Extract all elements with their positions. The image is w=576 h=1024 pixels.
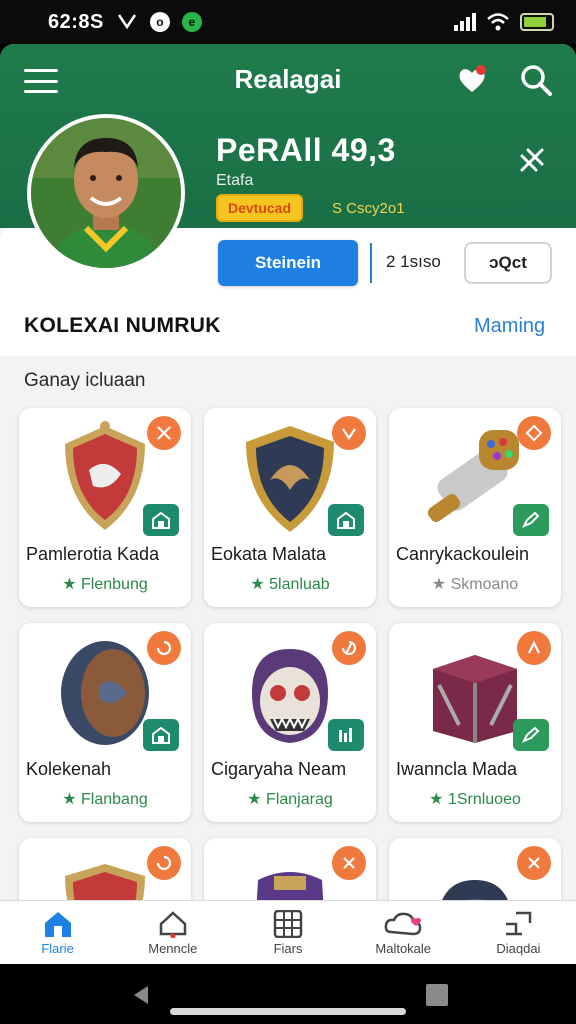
- section-subtitle: Ganay icluaan: [24, 370, 146, 391]
- card-meta: ★ Flenbung: [62, 576, 148, 593]
- home-tag-icon: [143, 504, 179, 536]
- favorite-heart-icon[interactable]: [454, 62, 490, 98]
- collection-card[interactable]: Kolekenah ★ Flanbang: [19, 623, 191, 822]
- card-name: Pamlerotia Kada: [26, 544, 160, 564]
- card-name: Iwanncla Mada: [396, 759, 518, 779]
- bottom-nav: Flarie Menncle Fiars Maltokale Diaqdai: [0, 900, 576, 964]
- nav-home[interactable]: Flarie: [0, 901, 115, 964]
- card-action-icon[interactable]: [147, 631, 181, 665]
- home-icon: [44, 911, 71, 937]
- card-action-icon[interactable]: [332, 416, 366, 450]
- player-avatar[interactable]: [27, 114, 185, 272]
- card-meta: ★ 5lanluab: [250, 576, 330, 593]
- nav-label: Maltokale: [375, 940, 432, 956]
- recent-apps-icon[interactable]: [426, 984, 448, 1006]
- card-meta: ★ Skmoano: [431, 576, 519, 593]
- nav-cloud[interactable]: Maltokale: [346, 901, 461, 964]
- nav-grid[interactable]: Fiars: [230, 901, 345, 964]
- player-subtitle: Etafa: [216, 172, 254, 189]
- card-meta: ★ 1Srnluoeo: [429, 791, 521, 808]
- secondary-action-button[interactable]: ɔQct: [464, 242, 552, 284]
- player-name: PeRAll 49,3: [216, 132, 396, 168]
- notification-bird-icon: [117, 14, 136, 30]
- collection-card[interactable]: Eokata Malata ★ 5lanluab: [204, 408, 376, 607]
- card-close-icon[interactable]: [517, 846, 551, 880]
- grid-icon: [273, 909, 303, 938]
- rank-extra-text: S Cscy2o1: [332, 200, 405, 217]
- back-icon[interactable]: [130, 984, 152, 1006]
- system-nav-bar: [0, 964, 576, 1024]
- search-icon[interactable]: [518, 62, 554, 98]
- bell-icon: [159, 910, 187, 938]
- notification-circle-icon: o: [149, 12, 170, 32]
- card-meta: ★ Flanbang: [62, 791, 148, 808]
- share-icon[interactable]: [516, 144, 548, 176]
- status-right: [454, 12, 554, 32]
- wifi-icon: [487, 13, 509, 31]
- card-action-icon[interactable]: [517, 416, 551, 450]
- collection-card[interactable]: Canrykackoulein ★ Skmoano: [389, 408, 561, 607]
- card-close-icon[interactable]: [332, 846, 366, 880]
- signal-icon: [454, 13, 476, 31]
- notification-app-icon: e: [181, 12, 202, 32]
- player-portrait: [31, 118, 181, 268]
- see-more-link[interactable]: Maming: [474, 315, 545, 338]
- card-name: Eokata Malata: [211, 544, 327, 564]
- card-action-icon[interactable]: [517, 631, 551, 665]
- collection-card[interactable]: Pamlerotia Kada ★ Flenbung: [19, 408, 191, 607]
- chart-tag-icon: [328, 719, 364, 751]
- card-name: Canrykackoulein: [396, 544, 530, 564]
- nav-notifications[interactable]: Menncle: [115, 901, 230, 964]
- nav-label: Flarie: [41, 940, 74, 956]
- notification-icons: o e: [116, 12, 202, 32]
- card-action-icon[interactable]: [332, 631, 366, 665]
- section-title: KOLEXAI NUMRUK: [24, 314, 221, 337]
- home-tag-icon: [328, 504, 364, 536]
- nav-bracket[interactable]: Diaqdai: [461, 901, 576, 964]
- card-action-icon[interactable]: [147, 416, 181, 450]
- edit-tag-icon: [513, 719, 549, 751]
- nav-label: Fiars: [273, 940, 303, 956]
- cloud-heart-icon: [384, 912, 422, 935]
- vertical-divider: [370, 243, 372, 283]
- home-pill-button[interactable]: [170, 1008, 406, 1015]
- card-name: Kolekenah: [26, 759, 112, 779]
- collection-card[interactable]: Cigaryaha Neam ★ Flanjarag: [204, 623, 376, 822]
- card-meta: ★ Flanjarag: [247, 791, 333, 808]
- rank-badge: Devtucad: [216, 194, 304, 222]
- nav-label: Menncle: [148, 940, 198, 956]
- card-action-icon[interactable]: [147, 846, 181, 880]
- card-name: Cigaryaha Neam: [211, 759, 347, 779]
- status-bar: 62:8S o e: [0, 0, 576, 44]
- app-screen: Realagai PeRAll 49,3 Etafa Devtucad S Cs…: [0, 44, 576, 964]
- primary-action-button[interactable]: Steinein: [218, 240, 358, 286]
- collection-card[interactable]: Iwanncla Mada ★ 1Srnluoeo: [389, 623, 561, 822]
- bracket-icon: [506, 911, 532, 935]
- status-time: 62:8S: [48, 10, 104, 33]
- count-text: 2 1sıso: [386, 252, 441, 271]
- edit-tag-icon: [513, 504, 549, 536]
- battery-icon: [520, 13, 554, 31]
- nav-label: Diaqdai: [496, 940, 541, 956]
- home-tag-icon: [143, 719, 179, 751]
